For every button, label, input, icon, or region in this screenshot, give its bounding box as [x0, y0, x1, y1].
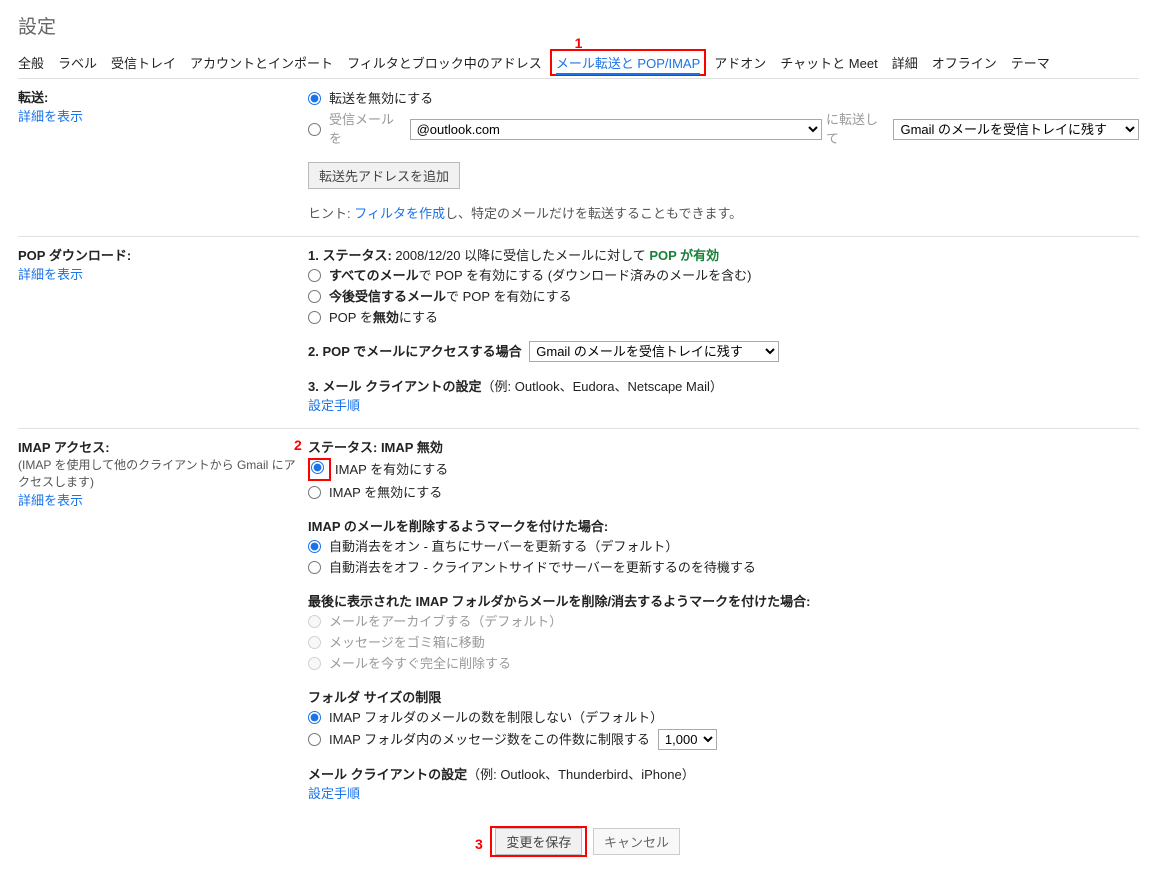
tab-forwarding-pop-imap[interactable]: メール転送と POP/IMAP	[556, 56, 700, 75]
imap-folder-nolimit-label: IMAP フォルダのメールの数を制限しない（デフォルト）	[329, 708, 663, 727]
forward-disable-radio[interactable]	[308, 92, 321, 105]
forward-hint: ヒント: フィルタを作成し、特定のメールだけを転送することもできます。	[308, 203, 1139, 222]
annotation-1: 1	[575, 35, 583, 51]
section-pop: POP ダウンロード: 詳細を表示 1. ステータス: 2008/12/20 以…	[18, 236, 1139, 428]
forward-disable-label: 転送を無効にする	[329, 89, 433, 108]
section-forwarding: 転送: 詳細を表示 転送を無効にする 受信メールを @outlook.com に…	[18, 78, 1139, 236]
pop-dis-a: POP を	[329, 310, 373, 325]
imap-client-examples: （例: Outlook、Thunderbird、iPhone）	[467, 767, 695, 782]
pop-dis-b: 無効	[373, 310, 399, 325]
imap-lf-archive-label: メールをアーカイブする（デフォルト）	[329, 612, 562, 631]
imap-heading: IMAP アクセス:	[18, 437, 298, 456]
imap-lf-delete-radio	[308, 657, 321, 670]
pop-now-rest: で POP を有効にする	[446, 289, 572, 304]
imap-lf-delete-label: メールを今すぐ完全に削除する	[329, 654, 511, 673]
imap-expunge-off-label: 自動消去をオフ - クライアントサイドでサーバーを更新するのを待機する	[329, 558, 756, 577]
pop-enable-now-radio[interactable]	[308, 290, 321, 303]
imap-expunge-off-radio[interactable]	[308, 561, 321, 574]
forwarding-learn-more[interactable]: 詳細を表示	[18, 106, 298, 125]
imap-folder-limit-radio[interactable]	[308, 733, 321, 746]
pop-client-instructions-link[interactable]: 設定手順	[308, 395, 1139, 414]
pop-status-enabled: POP が有効	[649, 248, 719, 263]
pop-dis-c: にする	[399, 310, 438, 325]
tab-accounts[interactable]: アカウントとインポート	[190, 53, 333, 72]
tab-themes[interactable]: テーマ	[1011, 53, 1050, 72]
tab-filters[interactable]: フィルタとブロック中のアドレス	[347, 53, 542, 72]
annotation-box-3: 変更を保存	[490, 826, 587, 857]
imap-disable-label: IMAP を無効にする	[329, 483, 442, 502]
pop-disable-radio[interactable]	[308, 311, 321, 324]
pop-status-label: 1. ステータス:	[308, 248, 395, 263]
imap-expunge-heading: IMAP のメールを削除するようマークを付けた場合:	[308, 516, 1139, 535]
tab-chat-meet[interactable]: チャットと Meet	[780, 53, 877, 72]
forward-enable-prefix: 受信メールを	[329, 110, 406, 148]
imap-folder-nolimit-radio[interactable]	[308, 711, 321, 724]
cancel-button[interactable]: キャンセル	[593, 828, 680, 855]
imap-sub: (IMAP を使用して他のクライアントから Gmail にアクセスします)	[18, 456, 298, 490]
pop-client-examples: （例: Outlook、Eudora、Netscape Mail）	[482, 379, 723, 394]
tab-advanced[interactable]: 詳細	[892, 53, 918, 72]
forward-address-select[interactable]: @outlook.com	[410, 119, 822, 140]
pop-enable-all-radio[interactable]	[308, 269, 321, 282]
imap-disable-radio[interactable]	[308, 486, 321, 499]
footer-buttons: 3 変更を保存 キャンセル	[18, 826, 1139, 857]
pop-now-bold: 今後受信するメール	[329, 289, 446, 304]
tab-addons[interactable]: アドオン	[714, 53, 766, 72]
imap-folder-limit-select[interactable]: 1,000	[658, 729, 717, 750]
pop-status-text: 2008/12/20 以降に受信したメールに対して	[395, 248, 649, 263]
forward-enable-radio[interactable]	[308, 123, 321, 136]
annotation-box-1: 1 メール転送と POP/IMAP	[550, 49, 706, 76]
imap-enable-radio[interactable]	[311, 461, 324, 474]
settings-tabs: 全般 ラベル 受信トレイ アカウントとインポート フィルタとブロック中のアドレス…	[18, 53, 1139, 78]
imap-learn-more[interactable]: 詳細を表示	[18, 490, 298, 509]
imap-folder-limit-label: IMAP フォルダ内のメッセージ数をこの件数に制限する	[329, 730, 650, 749]
pop-client-label: 3. メール クライアントの設定	[308, 379, 482, 394]
pop-access-select[interactable]: Gmail のメールを受信トレイに残す	[529, 341, 779, 362]
imap-lastfolder-heading: 最後に表示された IMAP フォルダからメールを削除/消去するようマークを付けた…	[308, 591, 1139, 610]
add-forwarding-address-button[interactable]: 転送先アドレスを追加	[308, 162, 460, 189]
tab-general[interactable]: 全般	[18, 53, 44, 72]
annotation-3: 3	[475, 836, 483, 852]
pop-all-bold: すべてのメール	[329, 268, 419, 283]
create-filter-link[interactable]: フィルタを作成	[354, 206, 445, 221]
forward-keep-select[interactable]: Gmail のメールを受信トレイに残す	[893, 119, 1139, 140]
imap-expunge-on-radio[interactable]	[308, 540, 321, 553]
imap-expunge-on-label: 自動消去をオン - 直ちにサーバーを更新する（デフォルト）	[329, 537, 678, 556]
forwarding-heading: 転送:	[18, 87, 298, 106]
tab-labels[interactable]: ラベル	[58, 53, 97, 72]
tab-offline[interactable]: オフライン	[932, 53, 997, 72]
annotation-2: 2	[294, 437, 302, 453]
tab-inbox[interactable]: 受信トレイ	[111, 53, 176, 72]
pop-access-label: 2. POP でメールにアクセスする場合	[308, 344, 522, 359]
save-button[interactable]: 変更を保存	[495, 828, 582, 855]
imap-enable-label: IMAP を有効にする	[335, 460, 448, 479]
imap-folder-heading: フォルダ サイズの制限	[308, 687, 1139, 706]
pop-heading: POP ダウンロード:	[18, 245, 298, 264]
imap-client-label: メール クライアントの設定	[308, 767, 467, 782]
imap-client-instructions-link[interactable]: 設定手順	[308, 783, 1139, 802]
annotation-box-2	[308, 458, 331, 481]
imap-lf-trash-radio	[308, 636, 321, 649]
imap-status-label: ステータス: IMAP 無効	[308, 437, 1139, 456]
pop-all-rest: で POP を有効にする (ダウンロード済みのメールを含む)	[419, 268, 752, 283]
section-imap: IMAP アクセス: (IMAP を使用して他のクライアントから Gmail に…	[18, 428, 1139, 816]
imap-lf-trash-label: メッセージをゴミ箱に移動	[329, 633, 485, 652]
forward-enable-mid: に転送して	[826, 110, 889, 148]
imap-lf-archive-radio	[308, 615, 321, 628]
pop-learn-more[interactable]: 詳細を表示	[18, 264, 298, 283]
